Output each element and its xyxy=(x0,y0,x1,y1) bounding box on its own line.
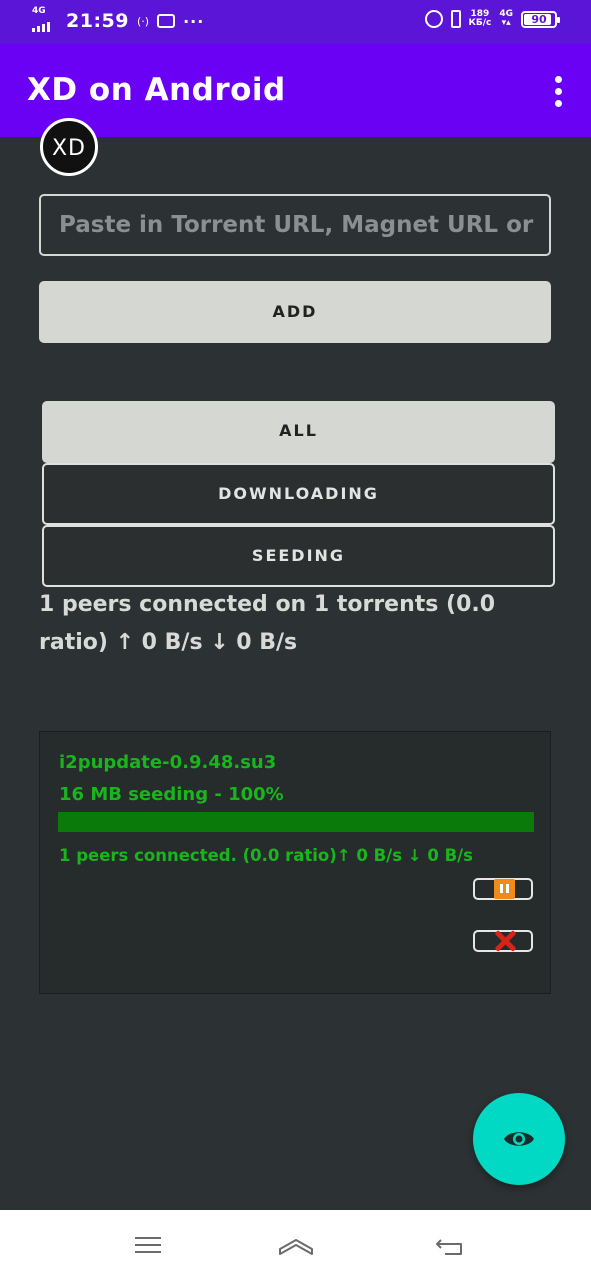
pause-icon xyxy=(494,879,515,899)
network-type: 4G xyxy=(32,6,46,16)
back-icon xyxy=(436,1239,462,1255)
torrent-status: 16 MB seeding - 100% xyxy=(59,784,284,805)
mobile-data-icon: 4G ▾▴ xyxy=(499,9,513,28)
hotspot-icon: (·) xyxy=(136,14,150,28)
torrent-progress-fill xyxy=(58,812,534,832)
pause-button[interactable] xyxy=(473,878,533,900)
eye-icon xyxy=(504,1132,534,1146)
gallery-icon xyxy=(157,14,176,28)
close-icon xyxy=(492,928,518,954)
home-button[interactable] xyxy=(276,1232,316,1260)
vibrate-icon xyxy=(450,10,461,28)
back-button[interactable] xyxy=(435,1232,475,1260)
home-icon xyxy=(279,1239,313,1255)
signal-icon: 4G xyxy=(32,6,58,34)
more-notifications-icon: ··· xyxy=(183,11,205,31)
status-bar-left: 4G 21:59 (·) ··· xyxy=(32,6,205,34)
battery-icon: 90 xyxy=(521,10,560,28)
remove-button[interactable] xyxy=(473,930,533,952)
connection-summary: 1 peers connected on 1 torrents (0.0 rat… xyxy=(39,592,496,655)
recent-apps-button[interactable] xyxy=(135,1232,175,1260)
filter-downloading-button[interactable]: DOWNLOADING xyxy=(42,463,555,525)
alarm-icon xyxy=(424,10,443,28)
status-bar-right: 189 КБ/с 4G ▾▴ 90 xyxy=(424,9,560,28)
add-button[interactable]: ADD xyxy=(39,281,551,343)
eye-fab-button[interactable] xyxy=(473,1093,565,1185)
torrent-peers: 1 peers connected. (0.0 ratio)↑ 0 B/s ↓ … xyxy=(59,846,473,865)
torrent-url-input[interactable]: Paste in Torrent URL, Magnet URL or xyxy=(39,194,551,256)
speed-unit: КБ/с xyxy=(468,18,492,28)
system-nav-bar xyxy=(0,1210,591,1280)
app-bar: XD on Android xyxy=(0,44,591,137)
overflow-menu-icon[interactable] xyxy=(555,76,563,108)
clock-time: 21:59 xyxy=(66,10,129,32)
network-speed: 189 КБ/с xyxy=(469,10,492,28)
app-title: XD on Android xyxy=(27,72,286,108)
torrent-name: i2pupdate-0.9.48.su3 xyxy=(59,752,277,773)
torrent-card: i2pupdate-0.9.48.su3 16 MB seeding - 100… xyxy=(39,731,551,994)
filter-seeding-button[interactable]: SEEDING xyxy=(42,525,555,587)
status-bar: 4G 21:59 (·) ··· 189 КБ/с 4G ▾▴ 90 xyxy=(0,0,591,44)
filter-all-button[interactable]: ALL xyxy=(42,401,555,463)
battery-level: 90 xyxy=(531,12,547,26)
app-logo: XD xyxy=(40,118,98,176)
torrent-progress-bar xyxy=(58,812,534,832)
